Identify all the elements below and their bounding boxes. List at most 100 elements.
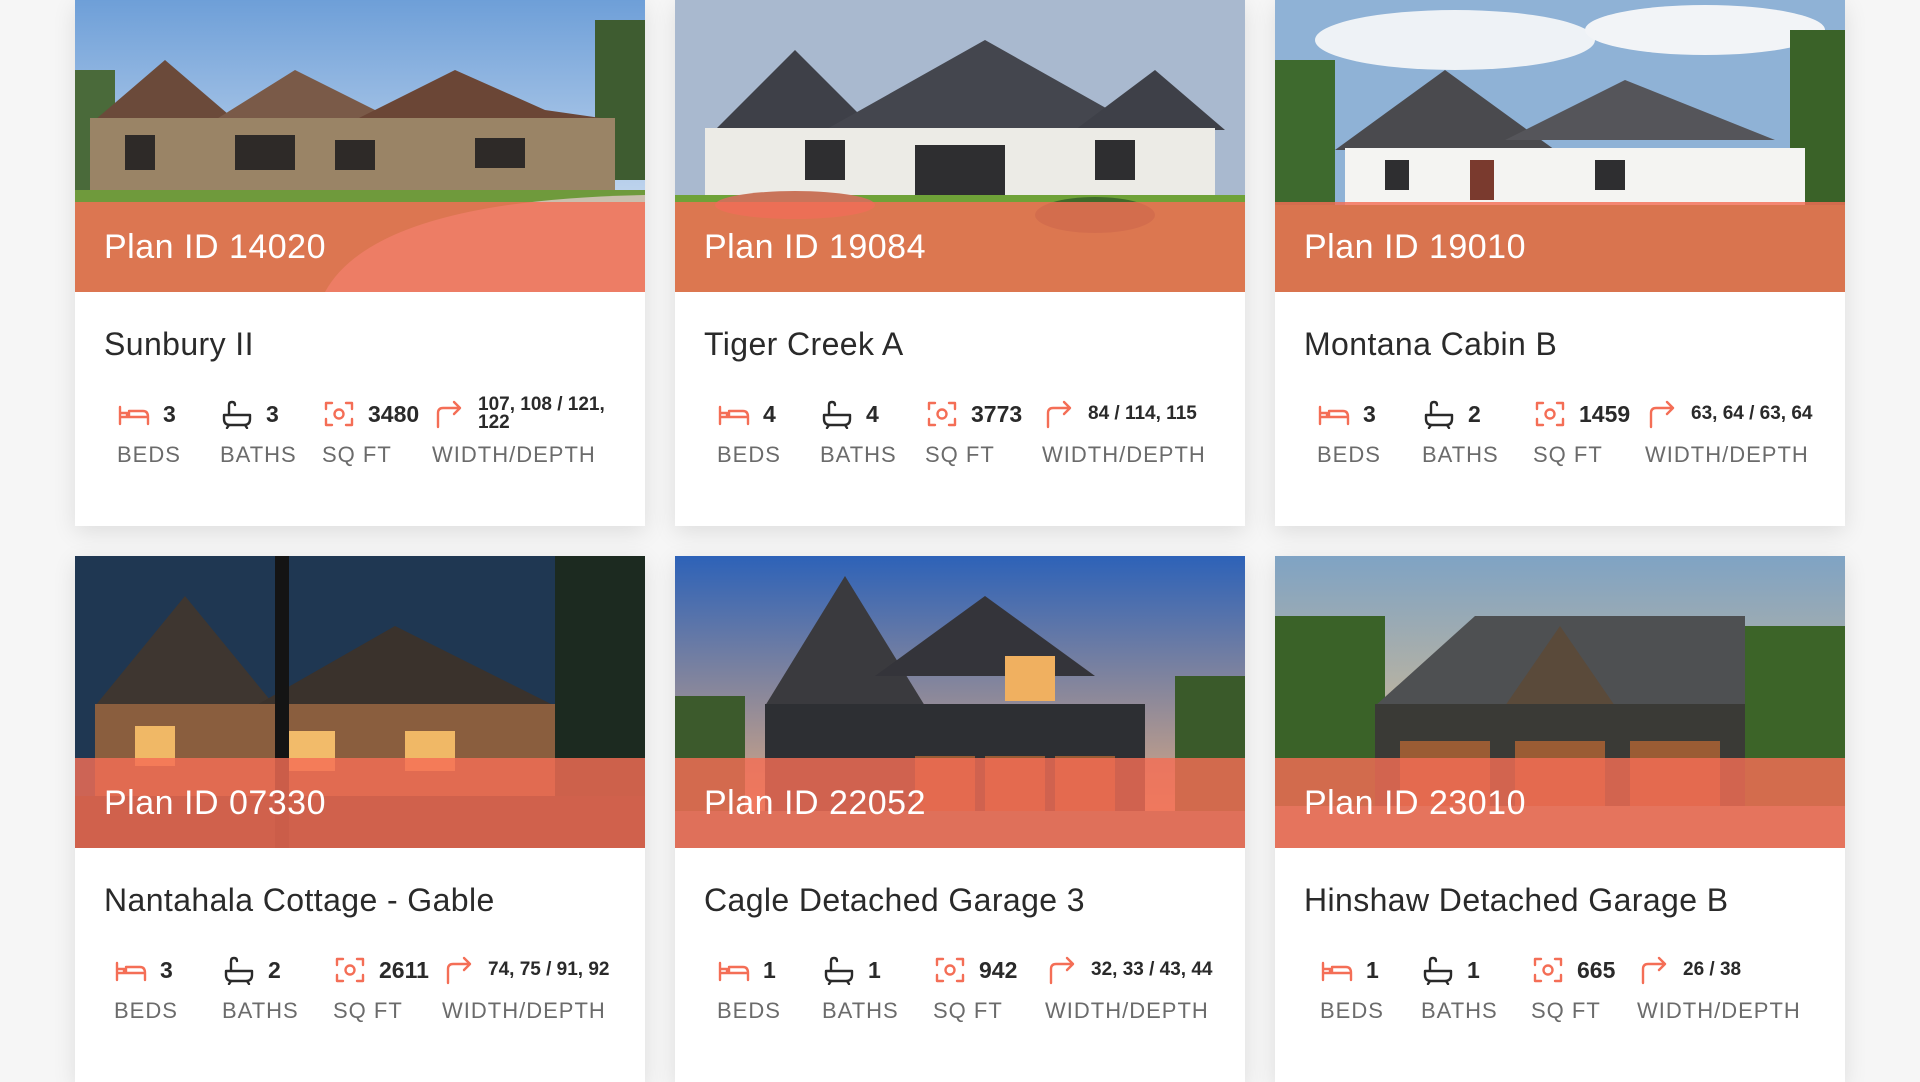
bed-icon: [117, 399, 151, 429]
plan-id: Plan ID 19010: [1304, 227, 1526, 266]
beds-stat: 3 BEDS: [114, 950, 178, 1024]
sqft-stat: 942 SQ FT: [933, 950, 1017, 1024]
width-depth-label: WIDTH/DEPTH: [1645, 442, 1809, 467]
bed-icon: [717, 955, 751, 985]
plan-card[interactable]: Plan ID 19010 Montana Cabin B 3 BEDS 2 B…: [1275, 0, 1845, 526]
beds-stat: 3 BEDS: [117, 394, 181, 468]
width-depth-value: 84 / 114, 115: [1088, 403, 1197, 424]
baths-stat: 4 BATHS: [820, 394, 897, 468]
beds-stat: 3 BEDS: [1317, 394, 1381, 468]
bed-icon: [1320, 955, 1354, 985]
plan-name[interactable]: Montana Cabin B: [1275, 292, 1845, 366]
plan-card[interactable]: Plan ID 07330 Nantahala Cottage - Gable …: [75, 556, 645, 1082]
beds-value: 4: [763, 400, 776, 427]
plan-card[interactable]: Plan ID 19084 Tiger Creek A 4 BEDS 4 BAT…: [675, 0, 1245, 526]
plan-id: Plan ID 19084: [704, 227, 926, 266]
beds-value: 1: [1366, 956, 1379, 983]
bathtub-icon: [1422, 399, 1456, 429]
beds-label: BEDS: [1320, 998, 1384, 1023]
area-icon: [322, 399, 356, 429]
baths-value: 2: [268, 956, 281, 983]
sqft-label: SQ FT: [333, 998, 403, 1023]
width-depth-label: WIDTH/DEPTH: [1042, 442, 1206, 467]
baths-value: 3: [266, 400, 279, 427]
baths-stat: 3 BATHS: [220, 394, 297, 468]
plan-stats: 1 BEDS 1 BATHS 942 SQ FT 32, 33 / 43, 44…: [675, 922, 1245, 1052]
plan-id-banner: Plan ID 23010: [1275, 758, 1845, 848]
sqft-label: SQ FT: [933, 998, 1003, 1023]
beds-label: BEDS: [1317, 442, 1381, 467]
dimensions-arrow-icon: [432, 399, 466, 429]
bathtub-icon: [1421, 955, 1455, 985]
baths-stat: 2 BATHS: [1422, 394, 1499, 468]
beds-label: BEDS: [717, 442, 781, 467]
plan-id: Plan ID 22052: [704, 783, 926, 822]
bathtub-icon: [222, 955, 256, 985]
width-depth-stat: 63, 64 / 63, 64 WIDTH/DEPTH: [1645, 394, 1845, 468]
plan-id-banner: Plan ID 22052: [675, 758, 1245, 848]
width-depth-value: 32, 33 / 43, 44: [1091, 959, 1213, 980]
house-photo[interactable]: Plan ID 07330: [75, 556, 645, 848]
beds-label: BEDS: [114, 998, 178, 1023]
plan-id: Plan ID 14020: [104, 227, 326, 266]
plan-name[interactable]: Nantahala Cottage - Gable: [75, 848, 645, 922]
bathtub-icon: [220, 399, 254, 429]
plan-name[interactable]: Tiger Creek A: [675, 292, 1245, 366]
beds-value: 3: [163, 400, 176, 427]
plan-grid: Plan ID 14020 Sunbury II 3 BEDS 3 BATHS …: [75, 0, 1850, 1082]
house-photo[interactable]: Plan ID 19010: [1275, 0, 1845, 292]
width-depth-label: WIDTH/DEPTH: [1045, 998, 1209, 1023]
sqft-value: 2611: [379, 956, 429, 983]
baths-stat: 1 BATHS: [822, 950, 899, 1024]
plan-id-banner: Plan ID 07330: [75, 758, 645, 848]
plan-card[interactable]: Plan ID 22052 Cagle Detached Garage 3 1 …: [675, 556, 1245, 1082]
width-depth-value: 74, 75 / 91, 92: [488, 959, 610, 980]
bed-icon: [1317, 399, 1351, 429]
baths-label: BATHS: [220, 442, 297, 467]
baths-stat: 2 BATHS: [222, 950, 299, 1024]
sqft-label: SQ FT: [1531, 998, 1601, 1023]
dimensions-arrow-icon: [1042, 399, 1076, 429]
plan-stats: 4 BEDS 4 BATHS 3773 SQ FT 84 / 114, 115 …: [675, 366, 1245, 496]
bathtub-icon: [822, 955, 856, 985]
house-photo[interactable]: Plan ID 14020: [75, 0, 645, 292]
plan-stats: 3 BEDS 2 BATHS 2611 SQ FT 74, 75 / 91, 9…: [75, 922, 645, 1052]
baths-value: 1: [1467, 956, 1480, 983]
baths-value: 1: [868, 956, 881, 983]
sqft-stat: 665 SQ FT: [1531, 950, 1615, 1024]
house-photo[interactable]: Plan ID 22052: [675, 556, 1245, 848]
house-photo[interactable]: Plan ID 19084: [675, 0, 1245, 292]
width-depth-stat: 32, 33 / 43, 44 WIDTH/DEPTH: [1045, 950, 1245, 1024]
sqft-label: SQ FT: [925, 442, 995, 467]
plan-id: Plan ID 23010: [1304, 783, 1526, 822]
bed-icon: [717, 399, 751, 429]
dimensions-arrow-icon: [1637, 955, 1671, 985]
sqft-value: 1459: [1579, 400, 1631, 427]
baths-stat: 1 BATHS: [1421, 950, 1498, 1024]
width-depth-label: WIDTH/DEPTH: [442, 998, 606, 1023]
plan-card[interactable]: Plan ID 23010 Hinshaw Detached Garage B …: [1275, 556, 1845, 1082]
width-depth-stat: 26 / 38 WIDTH/DEPTH: [1637, 950, 1843, 1024]
sqft-value: 3773: [971, 400, 1023, 427]
plan-name[interactable]: Cagle Detached Garage 3: [675, 848, 1245, 922]
plan-id-banner: Plan ID 19084: [675, 202, 1245, 292]
dimensions-arrow-icon: [1645, 399, 1679, 429]
area-icon: [933, 955, 967, 985]
beds-label: BEDS: [117, 442, 181, 467]
width-depth-value: 26 / 38: [1683, 959, 1742, 980]
plan-name[interactable]: Hinshaw Detached Garage B: [1275, 848, 1845, 922]
plan-id-banner: Plan ID 14020: [75, 202, 645, 292]
plan-name[interactable]: Sunbury II: [75, 292, 645, 366]
house-photo[interactable]: Plan ID 23010: [1275, 556, 1845, 848]
plan-card[interactable]: Plan ID 14020 Sunbury II 3 BEDS 3 BATHS …: [75, 0, 645, 526]
beds-value: 1: [763, 956, 776, 983]
sqft-stat: 3480 SQ FT: [322, 394, 419, 468]
sqft-value: 3480: [368, 400, 420, 427]
sqft-value: 942: [979, 956, 1018, 983]
plan-stats: 3 BEDS 3 BATHS 3480 SQ FT 107, 108 / 121…: [75, 366, 645, 496]
bed-icon: [114, 955, 148, 985]
dimensions-arrow-icon: [442, 955, 476, 985]
bathtub-icon: [820, 399, 854, 429]
beds-label: BEDS: [717, 998, 781, 1023]
baths-value: 2: [1468, 400, 1481, 427]
